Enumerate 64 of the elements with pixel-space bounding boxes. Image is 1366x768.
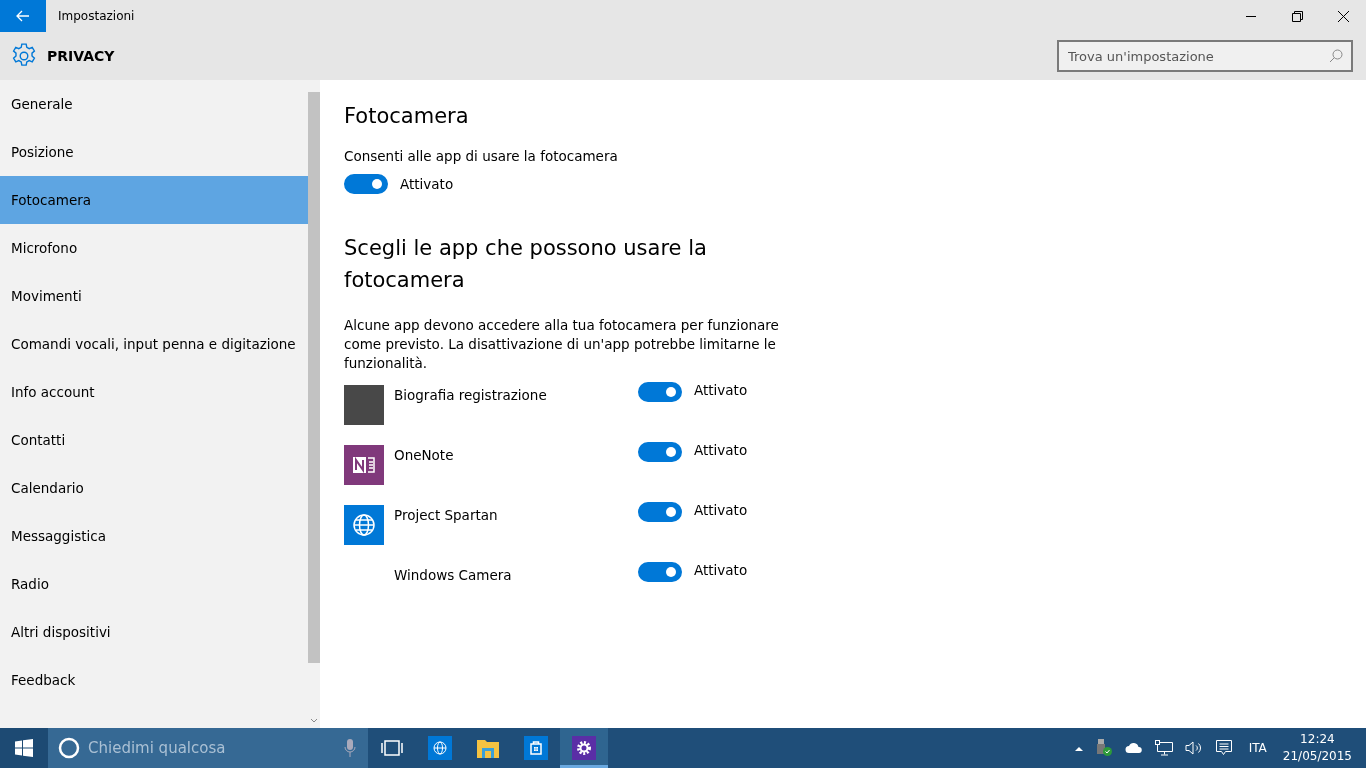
app-name: OneNote [394,447,455,463]
circle-icon [58,737,80,759]
section-heading: Scegli le app che possono usare la fotocamera [344,235,708,294]
sidebar-item[interactable]: Comandi vocali, input penna e digitazione [0,320,308,368]
globe-icon [428,736,452,760]
sidebar-item[interactable]: Info account [0,368,308,416]
sidebar-item[interactable]: Radio [0,560,308,608]
task-view-icon [381,740,403,756]
section-heading: Fotocamera [344,104,469,128]
notebook-app-icon [344,445,384,485]
back-button[interactable] [0,0,46,32]
sidebar-item[interactable]: Posizione [0,128,308,176]
setting-label: Consenti alle app di usare la fotocamera [344,148,618,164]
microphone-icon[interactable] [344,738,356,758]
scroll-down-icon[interactable] [310,718,318,724]
app-name: Windows Camera [394,567,513,583]
windows-logo-icon [15,739,33,757]
clock-date[interactable]: 21/05/2015 [1282,748,1352,765]
speaker-icon[interactable] [1184,741,1203,755]
toggle-switch[interactable] [344,174,388,194]
scrollbar-thumb[interactable] [308,92,320,663]
show-hidden-icons-icon[interactable] [1074,745,1083,751]
toggle-state: Attivato [400,176,454,192]
sidebar-item[interactable]: Altri dispositivi [0,608,308,656]
back-arrow-icon [16,10,30,22]
toggle-switch[interactable] [638,382,682,402]
app-name: Biografia registrazione [394,387,548,403]
toggle-state: Attivato [694,562,748,578]
sidebar-item[interactable]: Movimenti [0,272,308,320]
sidebar-item[interactable]: Messaggistica [0,512,308,560]
start-button[interactable] [0,728,48,768]
cloud-icon[interactable] [1124,742,1143,754]
restore-icon [1291,10,1303,22]
search-field[interactable]: Trova un'impostazione [1057,40,1353,72]
page-title: PRIVACY [47,48,115,64]
window-title: Impostazioni [58,9,135,23]
toggle-switch[interactable] [638,562,682,582]
input-language[interactable]: ITA [1248,741,1267,755]
app-tile [344,385,384,425]
gear-icon [11,43,37,69]
usb-device-check-icon[interactable] [1094,739,1113,757]
globe-app-icon [344,505,384,545]
close-icon [1337,10,1349,22]
app-name: Project Spartan [394,507,499,523]
sidebar-item[interactable]: Microfono [0,224,308,272]
toggle-state: Attivato [694,442,748,458]
sidebar-item[interactable]: Contatti [0,416,308,464]
toggle-state: Attivato [694,502,748,518]
notifications-icon[interactable] [1214,739,1233,757]
toggle-switch[interactable] [638,442,682,462]
toggle-switch[interactable] [638,502,682,522]
clock-time[interactable]: 12:24 [1300,731,1335,748]
toggle-state: Attivato [694,382,748,398]
description-text: Alcune app devono accedere alla tua fotocamera per funzionare come previsto. La disattivazione di un'app potrebbe limitarne le funzionalità. [344,316,780,373]
sidebar-item[interactable]: Feedback [0,656,308,704]
sidebar-item[interactable]: Fotocamera [0,176,308,224]
sidebar-item[interactable]: Calendario [0,464,308,512]
search-icon [1329,49,1343,63]
shopping-bag-icon [524,736,548,760]
taskbar-app-button[interactable] [560,728,608,768]
network-icon[interactable] [1154,740,1173,756]
sidebar-item[interactable]: Generale [0,80,308,128]
gear-icon [572,736,596,760]
taskbar-search-field[interactable]: Chiedimi qualcosa [48,728,368,768]
